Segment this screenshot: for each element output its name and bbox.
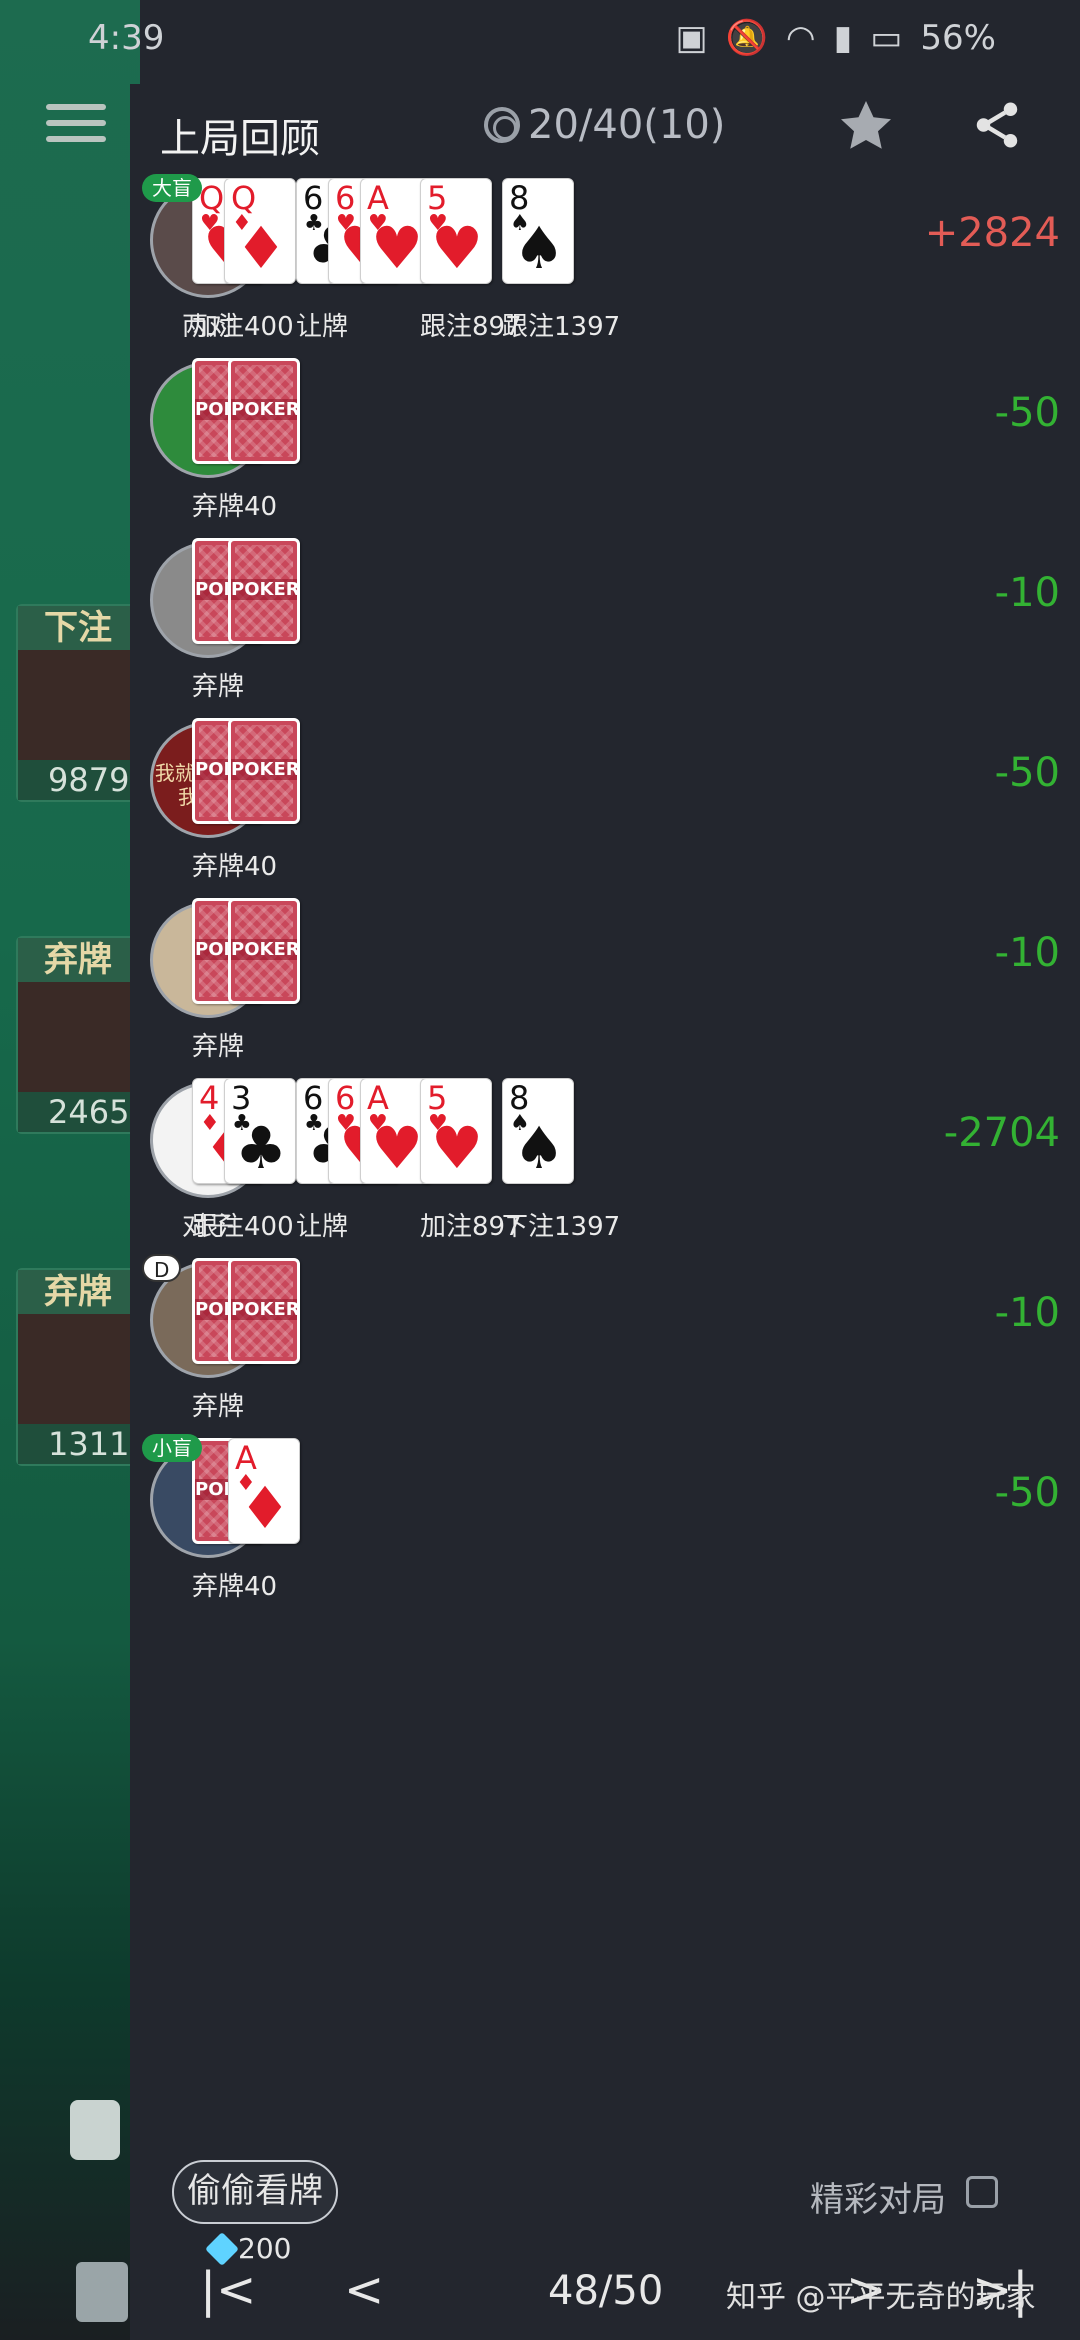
seat-chips: 9879	[18, 760, 138, 800]
player-row: 大盲两对Q♥♥Q♦♦加注4006♣♣6♥♥A♥♥让牌5♥♥跟注8978♠♠跟注1…	[130, 174, 1080, 354]
diamond-cost: 200	[238, 2232, 292, 2265]
chip-result: -50	[994, 750, 1060, 796]
playing-card: A ♦ ♦	[228, 1438, 300, 1544]
highlight-label: 精彩对局	[810, 2180, 946, 2220]
status-bar: 4:39 ▣ 🔕 ◠ ▮ ▭ 56%	[0, 0, 1080, 84]
seat-action: 弃牌	[18, 938, 138, 982]
player-row: 对子4♦♦3♣♣跟注4006♣♣6♥♥A♥♥让牌5♥♥加注8978♠♠下注139…	[130, 1074, 1080, 1254]
action-label: 加注400	[192, 312, 294, 342]
chip-result: -50	[994, 1470, 1060, 1516]
seat-avatar	[18, 650, 138, 760]
action-label: 弃牌40	[192, 492, 278, 522]
card-back: POKER	[228, 898, 300, 1004]
page-indicator: 48/50	[548, 2268, 664, 2314]
player-row: 我就一句 近我者富POKERPOKER弃牌40-50	[130, 714, 1080, 894]
action-label: 弃牌	[192, 1032, 245, 1062]
player-row: DPOKERPOKER弃牌-10	[130, 1254, 1080, 1434]
hand-review-panel: 上局回顾 20/40(10) 大盲两对Q♥♥Q♦♦加注4006♣♣6♥♥A♥♥让…	[130, 84, 1080, 2340]
chip-result: +2824	[924, 210, 1060, 256]
prev-hand-button[interactable]: <	[344, 2262, 384, 2318]
clipboard-icon[interactable]	[76, 2262, 128, 2322]
card-back: POKER	[228, 538, 300, 644]
highlight-checkbox[interactable]	[966, 2176, 998, 2208]
blind-badge: 小盲	[142, 1434, 202, 1462]
background-seat: 弃牌 1311	[16, 1268, 140, 1466]
seat-action: 弃牌	[18, 1270, 138, 1314]
player-row: POKERPOKER弃牌-10	[130, 534, 1080, 714]
action-label: 弃牌40	[192, 852, 278, 882]
first-hand-button[interactable]: |<	[200, 2262, 256, 2318]
peek-cost: 200	[205, 2231, 292, 2266]
player-row: POKERPOKER弃牌-10	[130, 894, 1080, 1074]
nfc-icon: ▣	[675, 18, 708, 58]
card-back: POKER	[228, 718, 300, 824]
blind-badge: 大盲	[142, 174, 202, 202]
playing-card: 5 ♥ ♥	[420, 178, 492, 284]
action-label: 让牌	[296, 312, 349, 342]
menu-icon[interactable]	[46, 104, 106, 152]
star-icon[interactable]	[836, 96, 896, 156]
player-row: 小盲POKERA♦♦弃牌40-50	[130, 1434, 1080, 1614]
wifi-icon: ◠	[785, 18, 816, 58]
playing-card: 3 ♣ ♣	[224, 1078, 296, 1184]
clock: 4:39	[88, 18, 165, 58]
battery-percent: 56%	[920, 18, 996, 58]
table-background	[0, 0, 140, 2340]
playing-card: 8 ♠ ♠	[502, 1078, 574, 1184]
chip-result: -10	[994, 570, 1060, 616]
playing-card: 8 ♠ ♠	[502, 178, 574, 284]
action-label: 跟注1397	[502, 312, 621, 342]
blinds-info: 20/40(10)	[484, 102, 725, 148]
playing-card: 5 ♥ ♥	[420, 1078, 492, 1184]
action-label: 弃牌	[192, 1392, 245, 1422]
action-label: 弃牌40	[192, 1572, 278, 1602]
background-seat: 下注 9879	[16, 604, 140, 802]
seat-avatar	[18, 982, 138, 1092]
seat-avatar	[18, 1314, 138, 1424]
peek-cards-button[interactable]: 偷偷看牌	[172, 2160, 338, 2224]
action-label: 弃牌	[192, 672, 245, 702]
player-row: POKERPOKER弃牌40-50	[130, 354, 1080, 534]
share-icon[interactable]	[970, 98, 1024, 152]
spade-icon[interactable]	[70, 2100, 120, 2160]
action-label: 下注1397	[502, 1212, 621, 1242]
seat-action: 下注	[18, 606, 138, 650]
action-label: 让牌	[296, 1212, 349, 1242]
chip-result: -10	[994, 1290, 1060, 1336]
chip-icon	[484, 107, 520, 143]
card-back: POKER	[228, 358, 300, 464]
page-title: 上局回顾	[160, 116, 320, 162]
signal-icon: ▮	[833, 18, 853, 58]
blinds-text: 20/40(10)	[528, 102, 726, 148]
background-seat: 弃牌 24653	[16, 936, 150, 1134]
seat-chips: 1311	[18, 1424, 138, 1464]
diamond-icon	[205, 2231, 239, 2266]
battery-icon: ▭	[870, 18, 903, 58]
action-label: 跟注400	[192, 1212, 294, 1242]
seat-chips: 24653	[18, 1092, 150, 1132]
chip-result: -50	[994, 390, 1060, 436]
playing-card: Q ♦ ♦	[224, 178, 296, 284]
card-back: POKER	[228, 1258, 300, 1364]
watermark: 知乎 @平平无奇的玩家	[726, 2280, 1036, 2315]
chip-result: -10	[994, 930, 1060, 976]
mute-icon: 🔕	[725, 18, 768, 58]
chip-result: -2704	[943, 1110, 1060, 1156]
dealer-badge: D	[142, 1254, 182, 1282]
